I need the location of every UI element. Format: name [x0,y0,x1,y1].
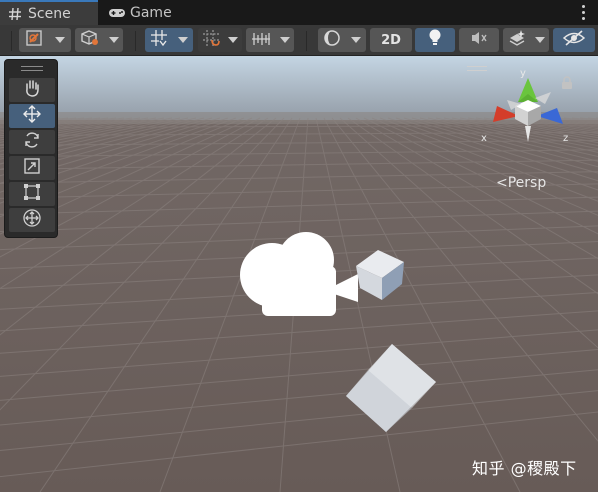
shading-icon [323,29,341,51]
tab-game[interactable]: Game [106,0,196,25]
large-cube-object[interactable] [342,342,440,434]
drag-handle-icon[interactable] [21,66,43,71]
toolbar-separator [306,31,307,51]
hash-icon [6,5,24,23]
transform-icon [22,208,42,232]
gamepad-icon [108,4,126,22]
hand-tool-button[interactable] [9,78,55,102]
chevron-down-icon [178,37,188,43]
rect-transform-icon [23,183,41,205]
scale-icon [23,157,41,179]
axis-y-label: y [520,68,526,79]
scale-tool-button[interactable] [9,156,55,180]
grid-toggle-button[interactable] [145,28,193,52]
projection-toggle[interactable]: <Persp [496,175,546,191]
grid-icon [150,29,168,51]
effects-icon [508,29,526,51]
move-tool-button[interactable] [9,104,55,128]
toolbar-separator [135,31,136,51]
gizmo-drag-handle[interactable] [467,66,487,71]
tab-scene[interactable]: Scene [0,0,98,25]
tools-overlay [4,59,58,238]
small-cube-object[interactable] [348,248,408,304]
scene-audio-button[interactable] [459,28,499,52]
gizmo-dropdown[interactable] [75,28,123,52]
move-arrows-icon [22,104,42,128]
hand-icon [24,79,40,101]
snap-icon [202,29,220,51]
snap-dropdown[interactable] [198,28,242,52]
more-options-icon[interactable] [580,3,586,21]
tab-game-label: Game [130,4,172,21]
rotate-tool-button[interactable] [9,130,55,154]
scene-viewport[interactable]: y x z <Persp 知乎 @稷殿下 [0,56,598,492]
transform-tool-button[interactable] [9,208,55,232]
axis-x-label: x [481,133,487,144]
rect-tool-button[interactable] [9,182,55,206]
increment-snap-dropdown[interactable] [246,28,294,52]
shading-mode-dropdown[interactable] [318,28,366,52]
tab-scene-label: Scene [28,5,71,22]
rotate-icon [23,131,41,153]
watermark-text: 知乎 @稷殿下 [472,459,577,478]
scene-toolbar: 2D [0,25,598,56]
chevron-down-icon [55,37,65,43]
draw-mode-dropdown[interactable] [19,28,71,52]
scene-visibility-button[interactable] [553,28,595,52]
draw-mode-icon [25,29,43,51]
audio-muted-icon [470,30,488,50]
chevron-down-icon [108,37,119,43]
window-tab-bar: Scene Game [0,0,598,25]
orientation-gizmo[interactable] [485,72,571,156]
lightbulb-icon [428,29,442,51]
chevron-down-icon [351,37,361,43]
mode-2d-button[interactable]: 2D [370,28,412,52]
chevron-down-icon [534,37,545,43]
toolbar-separator [11,31,12,51]
increment-snap-icon [251,30,271,50]
axis-z-label: z [563,133,569,144]
scene-lighting-button[interactable] [415,28,455,52]
scene-effects-dropdown[interactable] [503,28,549,52]
chevron-down-icon [279,37,290,43]
chevron-down-icon [228,37,238,43]
cube-orientation-icon [80,29,100,51]
hidden-eye-icon [562,30,586,50]
camera-gizmo-icon[interactable] [236,228,364,318]
